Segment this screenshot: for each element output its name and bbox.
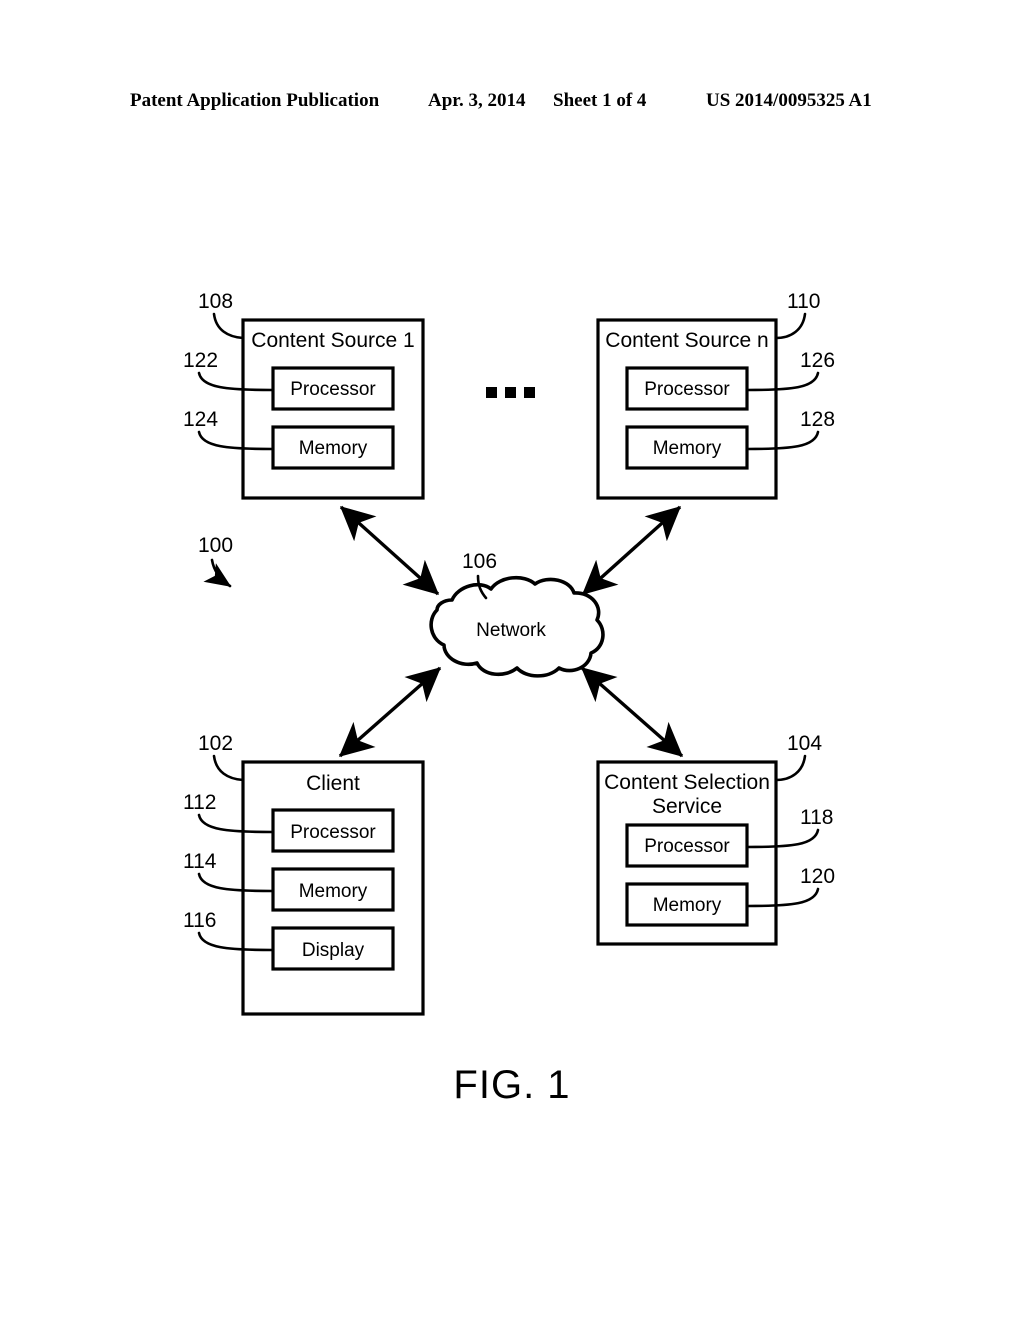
ref-114-label: 114 [183, 850, 217, 873]
content-selection-service-title-line-2: Service [652, 795, 722, 818]
content-source-n-memory-label: Memory [653, 438, 722, 459]
node-content-source-1: Content Source 1 Processor Memory 108 12… [183, 290, 425, 500]
ref-110-leader [774, 312, 807, 340]
ref-122-label: 122 [183, 349, 218, 372]
content-source-n-processor-label: Processor [644, 379, 730, 400]
ref-100-leader-arrow [203, 558, 232, 588]
network-label: Network [476, 620, 546, 641]
ref-104-leader [774, 754, 807, 782]
client-processor-label: Processor [290, 822, 376, 843]
connection-content-source-n-network [581, 505, 682, 596]
connection-client-network [338, 666, 442, 758]
patent-figure-page: Patent Application Publication Apr. 3, 2… [0, 0, 1024, 1320]
node-content-source-n: Content Source n Processor Memory 110 12… [596, 290, 835, 500]
client-display-label: Display [302, 940, 365, 961]
ref-124-label: 124 [183, 408, 218, 431]
system-ref-100: 100 [198, 534, 233, 588]
node-client: Client Processor Memory Display 102 112 … [183, 732, 425, 1016]
ref-104-label: 104 [787, 732, 822, 755]
ref-108-leader [212, 312, 245, 340]
content-selection-service-title-line-1: Content Selection [604, 771, 770, 794]
connection-content-selection-service-network [580, 666, 684, 758]
ref-126-label: 126 [800, 349, 835, 372]
client-memory-label: Memory [299, 881, 368, 902]
content-selection-service-processor-label: Processor [644, 836, 730, 857]
ellipsis-dot-1 [486, 387, 497, 398]
ellipsis-dot-3 [524, 387, 535, 398]
ref-116-label: 116 [183, 909, 216, 932]
content-source-1-memory-label: Memory [299, 438, 368, 459]
figure-caption: FIG. 1 [453, 1063, 570, 1107]
figure-1-diagram: Content Source 1 Processor Memory 108 12… [183, 290, 835, 1107]
ref-110-label: 110 [787, 290, 820, 313]
ref-120-label: 120 [800, 865, 835, 888]
ellipsis-content-sources [486, 387, 535, 398]
ref-100-label: 100 [198, 534, 233, 557]
ref-118-label: 118 [800, 806, 833, 829]
content-selection-service-memory-label: Memory [653, 895, 722, 916]
ref-128-label: 128 [800, 408, 835, 431]
ref-108-label: 108 [198, 290, 233, 313]
ref-106-label: 106 [462, 550, 497, 573]
ellipsis-dot-2 [505, 387, 516, 398]
node-network: Network 106 [429, 550, 605, 678]
connection-content-source-1-network [339, 505, 440, 596]
ref-112-label: 112 [183, 791, 216, 814]
node-content-selection-service: Content Selection Service Processor Memo… [596, 732, 835, 946]
ref-102-leader [212, 754, 245, 782]
ref-102-label: 102 [198, 732, 233, 755]
client-title: Client [306, 772, 360, 795]
content-source-1-title: Content Source 1 [251, 329, 414, 352]
content-source-n-title: Content Source n [605, 329, 768, 352]
content-source-1-processor-label: Processor [290, 379, 376, 400]
